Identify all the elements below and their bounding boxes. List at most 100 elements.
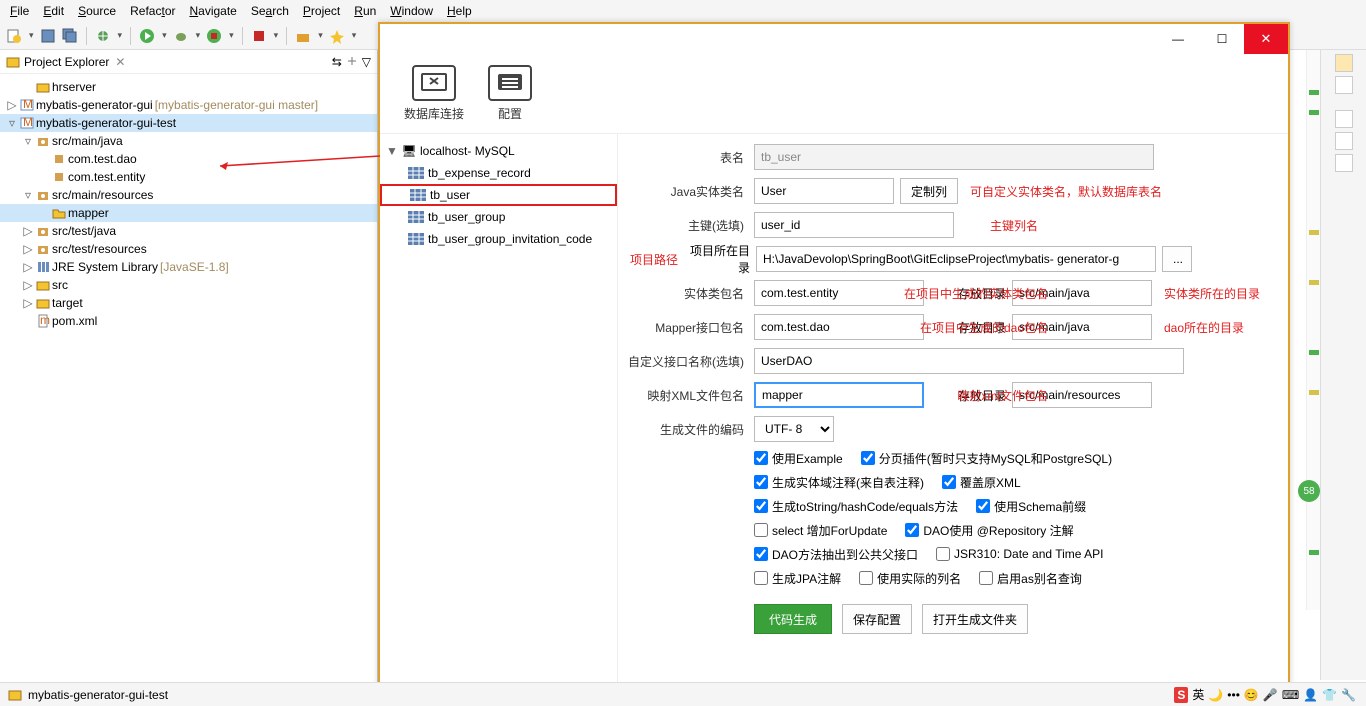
ime-icon[interactable]: S (1174, 687, 1188, 703)
link-editor-icon[interactable] (346, 55, 358, 69)
tree-row[interactable]: com.test.entity (0, 168, 377, 186)
view-icon[interactable] (1335, 110, 1353, 128)
menu-source[interactable]: Source (72, 1, 122, 21)
build-icon[interactable] (295, 28, 311, 44)
db-tree[interactable]: ▼ 🖥 localhost- MySQL tb_expense_recordtb… (380, 134, 618, 702)
minimize-button[interactable]: — (1156, 24, 1200, 54)
entity-label: Java实体类名 (628, 183, 748, 200)
save-config-button[interactable]: 保存配置 (842, 604, 912, 634)
pk-annotation: 主键列名 (990, 217, 1038, 234)
chk-repo[interactable]: DAO使用 @Repository 注解 (905, 522, 1073, 539)
tree-row[interactable]: mpom.xml (0, 312, 377, 330)
custom-column-button[interactable]: 定制列 (900, 178, 958, 204)
collapse-all-icon[interactable]: ⇆ (332, 55, 342, 69)
perspective-icon[interactable] (1335, 54, 1353, 72)
browse-button[interactable]: ... (1162, 246, 1192, 272)
view-icon[interactable] (1335, 132, 1353, 150)
menu-help[interactable]: Help (441, 1, 478, 21)
menu-refactor[interactable]: Refactor (124, 1, 181, 21)
table-row[interactable]: tb_user_group_invitation_code (380, 228, 617, 250)
shirt-icon[interactable]: 👕 (1322, 688, 1337, 702)
chk-page[interactable]: 分页插件(暂时只支持MySQL和PostgreSQL) (861, 450, 1112, 467)
db-root[interactable]: ▼ 🖥 localhost- MySQL (380, 140, 617, 162)
chk-alias[interactable]: 启用as别名查询 (979, 570, 1082, 587)
mic-icon[interactable]: 🎤 (1263, 688, 1278, 702)
chk-override[interactable]: 覆盖原XML (942, 474, 1021, 491)
maximize-button[interactable]: ☐ (1200, 24, 1244, 54)
project-tree[interactable]: hrserver▷Mmybatis-generator-gui [mybatis… (0, 74, 377, 334)
tree-row[interactable]: hrserver (0, 78, 377, 96)
new-icon[interactable] (6, 28, 22, 44)
tree-row[interactable]: com.test.dao (0, 150, 377, 168)
error-count-badge[interactable]: 58 (1298, 480, 1320, 502)
tree-row[interactable]: ▿src/main/java (0, 132, 377, 150)
chk-comment[interactable]: 生成实体域注释(来自表注释) (754, 474, 924, 491)
dots-icon[interactable]: ••• (1227, 688, 1240, 702)
open-folder-button[interactable]: 打开生成文件夹 (922, 604, 1028, 634)
db-connection-button[interactable]: 数据库连接 (404, 65, 464, 122)
menu-window[interactable]: Window (384, 1, 439, 21)
proj-path-input[interactable] (756, 246, 1156, 272)
menu-edit[interactable]: Edit (37, 1, 70, 21)
tree-row[interactable]: ▿src/main/resources (0, 186, 377, 204)
tree-row[interactable]: ▷target (0, 294, 377, 312)
iface-input[interactable] (754, 348, 1184, 374)
svg-text:m: m (40, 314, 50, 327)
tree-row[interactable]: ▷src (0, 276, 377, 294)
generate-button[interactable]: 代码生成 (754, 604, 832, 634)
menu-file[interactable]: FFileile (4, 1, 35, 21)
right-trim (1320, 50, 1366, 680)
debug2-icon[interactable] (173, 28, 189, 44)
proj-path-label: 项目所在目录 (690, 242, 750, 276)
tool-icon[interactable]: 🔧 (1341, 688, 1356, 702)
overview-ruler (1306, 50, 1320, 610)
chk-extract[interactable]: DAO方法抽出到公共父接口 (754, 546, 918, 563)
table-name-input (754, 144, 1154, 170)
pk-input[interactable] (754, 212, 954, 238)
debug-icon[interactable] (95, 28, 111, 44)
project-explorer-pane: Project Explorer ✕ ⇆ ▽ hrserver▷Mmybatis… (0, 50, 378, 682)
smile-icon[interactable]: 😊 (1244, 688, 1259, 702)
chk-forupdate[interactable]: select 增加ForUpdate (754, 522, 887, 539)
close-button[interactable]: ✕ (1244, 24, 1288, 54)
tree-row[interactable]: ▷Mmybatis-generator-gui [mybatis-generat… (0, 96, 377, 114)
table-row[interactable]: tb_user_group (380, 206, 617, 228)
menu-run[interactable]: Run (348, 1, 382, 21)
status-project-label: mybatis-generator-gui-test (28, 688, 168, 702)
perspective-icon[interactable] (1335, 76, 1353, 94)
chk-jsr310[interactable]: JSR310: Date and Time API (936, 547, 1103, 561)
stop-icon[interactable] (251, 28, 267, 44)
moon-icon[interactable]: 🌙 (1208, 688, 1223, 702)
chk-tostring[interactable]: 生成toString/hashCode/equals方法 (754, 498, 958, 515)
entity-input[interactable] (754, 178, 894, 204)
menu-search[interactable]: Search (245, 1, 295, 21)
tree-row[interactable]: ▷src/test/java (0, 222, 377, 240)
config-button[interactable]: 配置 (488, 65, 532, 122)
menu-project[interactable]: Project (297, 1, 346, 21)
chk-realcol[interactable]: 使用实际的列名 (859, 570, 961, 587)
tree-row[interactable]: ▿Mmybatis-generator-gui-test (0, 114, 377, 132)
table-row[interactable]: tb_user (380, 184, 617, 206)
tree-row[interactable]: ▷JRE System Library [JavaSE-1.8] (0, 258, 377, 276)
menu-bar: FFileile Edit Source Refactor Navigate S… (0, 0, 1366, 22)
save-all-icon[interactable] (62, 28, 78, 44)
wizard-icon[interactable] (329, 28, 345, 44)
run-icon[interactable] (139, 28, 155, 44)
user-icon[interactable]: 👤 (1303, 688, 1318, 702)
tree-row[interactable]: mapper (0, 204, 377, 222)
save-icon[interactable] (40, 28, 56, 44)
coverage-icon[interactable] (206, 28, 222, 44)
chk-example[interactable]: 使用Example (754, 450, 843, 467)
table-icon (410, 189, 426, 201)
menu-navigate[interactable]: Navigate (183, 1, 242, 21)
view-icon[interactable] (1335, 154, 1353, 172)
view-menu-icon[interactable]: ▽ (362, 55, 371, 69)
chk-schema[interactable]: 使用Schema前缀 (976, 498, 1086, 515)
keyboard-icon[interactable]: ⌨ (1282, 688, 1299, 702)
tree-row[interactable]: ▷src/test/resources (0, 240, 377, 258)
encoding-select[interactable]: UTF- 8 (754, 416, 834, 442)
xml-pkg-input[interactable] (754, 382, 924, 408)
chk-jpa[interactable]: 生成JPA注解 (754, 570, 841, 587)
project-explorer-title: Project Explorer (24, 55, 109, 69)
table-row[interactable]: tb_expense_record (380, 162, 617, 184)
